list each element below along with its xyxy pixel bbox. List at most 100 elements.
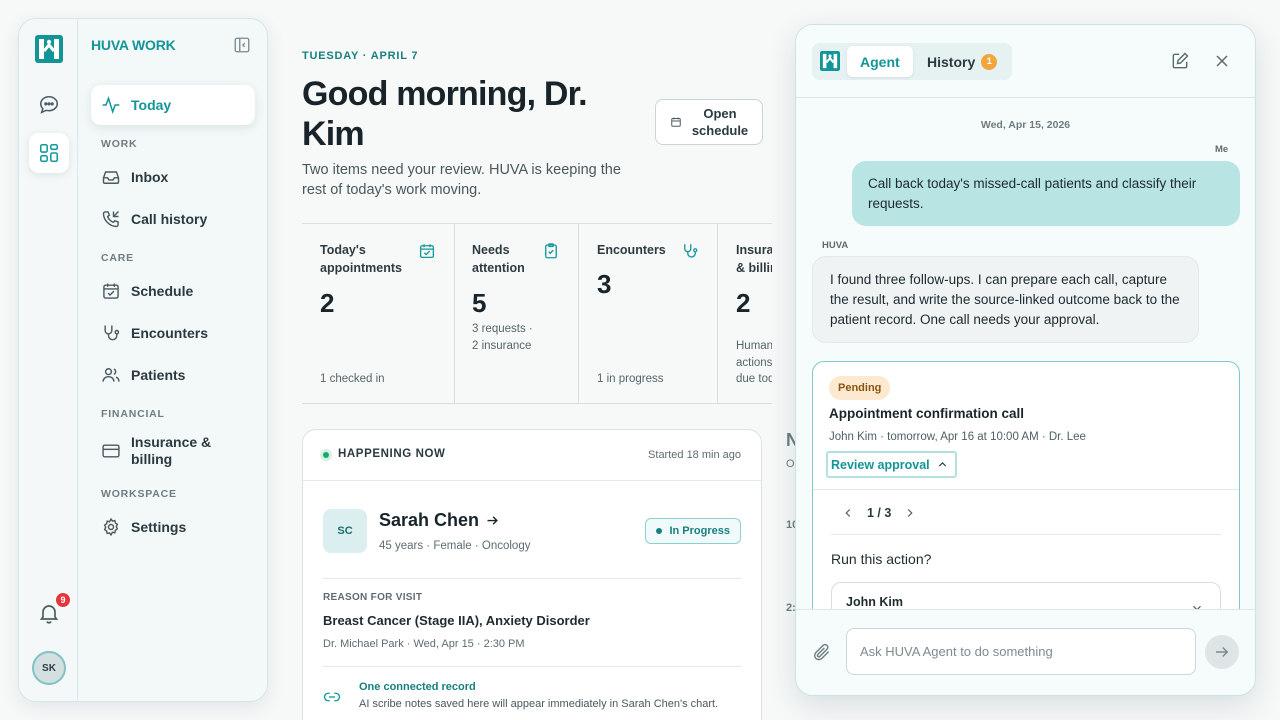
icon-rail: 9 SK (19, 19, 78, 701)
agent-panel: Agent History 1 Wed, Apr 15, 2026 Me Cal… (795, 24, 1256, 696)
chevron-up-icon (936, 458, 949, 471)
stat-card-insurance-billing[interactable]: Insurance & billing 2 Human actions due … (718, 224, 772, 403)
send-button[interactable] (1205, 635, 1239, 669)
user-message: Call back today's missed-call patients a… (852, 161, 1240, 226)
divider (323, 666, 741, 667)
review-approval-button[interactable]: Review approval (826, 451, 957, 478)
status-badge: In Progress (645, 518, 741, 544)
recipient-name: John Kim (846, 595, 903, 609)
stat-value: 5 (472, 288, 487, 318)
agent-message-input[interactable] (846, 628, 1196, 675)
new-chat-edit-icon[interactable] (1170, 51, 1190, 71)
close-icon[interactable] (1212, 51, 1232, 71)
divider (323, 578, 741, 579)
section-label-workspace: WORKSPACE (101, 488, 177, 500)
sidebar-item-call-history[interactable]: Call history (91, 199, 255, 239)
divider (813, 489, 1239, 490)
tab-history[interactable]: History 1 (914, 46, 1010, 77)
started-time: Started 18 min ago (648, 449, 741, 461)
live-dot-icon (320, 449, 332, 461)
user-avatar[interactable]: SK (32, 651, 66, 685)
date-label: TUESDAY · APRIL 7 (302, 50, 419, 62)
stat-note: 1 in progress (597, 373, 664, 385)
calendar-icon (670, 116, 682, 128)
activity-pulse-icon (101, 95, 121, 115)
happening-now-header: HAPPENING NOW Started 18 min ago (303, 430, 761, 481)
stat-title: Needs attention (472, 243, 525, 275)
sidebar-item-insurance-billing[interactable]: Insurance & billing (91, 429, 255, 473)
credit-card-icon (101, 441, 121, 461)
dashboard-rail-button[interactable] (29, 133, 69, 173)
tab-label: History (927, 53, 976, 70)
pending-badge: Pending (829, 376, 891, 400)
chevron-left-icon[interactable] (841, 506, 855, 520)
review-approval-label: Review approval (831, 457, 930, 472)
stat-value: 2 (736, 288, 751, 318)
message-composer (796, 609, 1255, 695)
approval-title: Appointment confirmation call (829, 406, 1025, 421)
agent-message: I found three follow-ups. I can prepare … (812, 256, 1199, 343)
agent-tabs: Agent History 1 (812, 43, 1012, 80)
chat-rail-button[interactable] (29, 85, 69, 125)
sender-label-huva: HUVA (822, 240, 849, 251)
stat-title: Encounters (597, 243, 666, 257)
phone-callback-icon (101, 209, 121, 229)
clipboard-check-icon (542, 242, 560, 260)
approval-pager: 1 / 3 (841, 506, 917, 520)
section-label-work: WORK (101, 138, 138, 150)
sidebar-item-label: Patients (131, 367, 186, 383)
approval-card: Pending Appointment confirmation call Jo… (812, 361, 1240, 651)
tab-agent[interactable]: Agent (847, 46, 913, 77)
stethoscope-icon (681, 242, 699, 260)
stethoscope-icon (101, 323, 121, 343)
patient-name-link[interactable]: Sarah Chen (379, 510, 500, 531)
sender-label-me: Me (1215, 144, 1229, 155)
sidebar-item-label: Settings (131, 519, 187, 535)
status-label: In Progress (669, 525, 730, 537)
grid-icon (38, 142, 60, 164)
page-title: Good morning, Dr. Kim (302, 75, 588, 153)
sidebar-item-inbox[interactable]: Inbox (91, 157, 255, 197)
stat-value: 2 (320, 288, 335, 318)
huva-logo-icon[interactable] (35, 35, 63, 63)
paperclip-icon[interactable] (812, 642, 832, 662)
sidebar-item-settings[interactable]: Settings (91, 507, 255, 547)
stat-card-appointments[interactable]: Today's appointments 2 1 checked in (302, 224, 455, 403)
sidebar-item-label: Encounters (131, 325, 209, 341)
section-label-financial: FINANCIAL (101, 408, 165, 420)
sidebar-item-label: Schedule (131, 283, 194, 299)
stat-card-needs-attention[interactable]: Needs attention 5 3 requests · 2 insuran… (455, 224, 579, 403)
stat-note: 1 checked in (320, 373, 385, 385)
stat-card-encounters[interactable]: Encounters 3 1 in progress (579, 224, 718, 403)
reason-text: Breast Cancer (Stage IIA), Anxiety Disor… (323, 613, 590, 628)
patient-meta: 45 years · Female · Oncology (379, 540, 531, 552)
history-badge: 1 (981, 53, 998, 70)
patient-avatar: SC (323, 509, 367, 553)
inbox-tray-icon (101, 167, 121, 187)
sidebar-item-today[interactable]: Today (91, 85, 255, 125)
huva-logo-icon (820, 51, 840, 71)
hidden-panel-subtitle: O (786, 458, 795, 470)
sidebar-item-schedule[interactable]: Schedule (91, 271, 255, 311)
patient-name: Sarah Chen (379, 510, 480, 530)
chevron-right-icon[interactable] (903, 506, 917, 520)
calendar-check-icon (101, 281, 121, 301)
agent-header: Agent History 1 (796, 25, 1255, 98)
stat-note: Human actions due today (736, 340, 772, 385)
status-dot-icon (656, 528, 663, 534)
users-icon (101, 365, 121, 385)
sidebar-item-patients[interactable]: Patients (91, 355, 255, 395)
calendar-check-icon (418, 242, 436, 260)
approval-question: Run this action? (831, 551, 932, 567)
divider (831, 534, 1221, 535)
sidebar-item-encounters[interactable]: Encounters (91, 313, 255, 353)
arrow-right-icon (1213, 643, 1231, 661)
chat-bubble-icon (38, 94, 60, 116)
sidebar-item-label: Today (131, 97, 172, 113)
pager-label: 1 / 3 (867, 506, 892, 520)
collapse-sidebar-icon[interactable] (233, 36, 251, 54)
notification-badge: 9 (55, 592, 71, 608)
record-title: One connected record (359, 681, 476, 693)
happening-now-card: HAPPENING NOW Started 18 min ago SC Sara… (302, 429, 762, 720)
open-schedule-button[interactable]: Open schedule (655, 99, 763, 145)
